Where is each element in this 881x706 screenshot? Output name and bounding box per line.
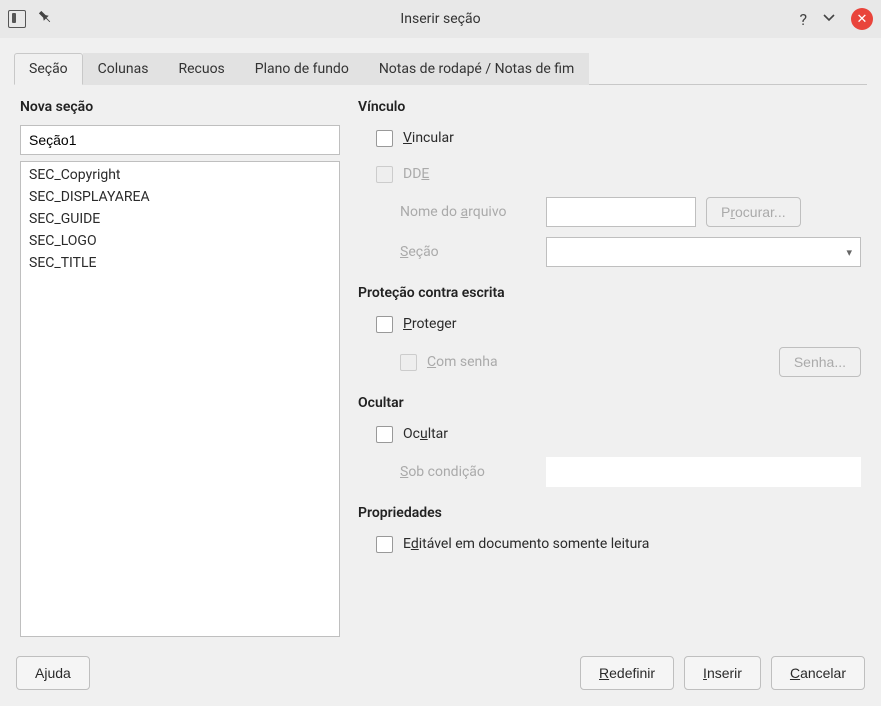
tab-notes-label: Notas de rodapé / Notas de fim	[379, 61, 574, 77]
vincular-row: Vincular	[358, 125, 861, 151]
reset-button[interactable]: Redefinir	[580, 656, 674, 690]
tab-bar: Seção Colunas Recuos Plano de fundo Nota…	[14, 52, 867, 85]
section-listbox[interactable]: SEC_Copyright SEC_DISPLAYAREA SEC_GUIDE …	[20, 161, 340, 637]
tab-section[interactable]: Seção	[14, 53, 83, 85]
insert-button[interactable]: Inserir	[684, 656, 761, 690]
cancel-button[interactable]: Cancelar	[771, 656, 865, 690]
condition-label: Sob condição	[400, 464, 536, 480]
protect-row: Proteger	[358, 311, 861, 337]
help-icon[interactable]: ?	[799, 10, 807, 29]
list-item[interactable]: SEC_TITLE	[21, 252, 339, 274]
tab-section-label: Seção	[29, 61, 68, 77]
editable-row: Editável em documento somente leitura	[358, 531, 861, 557]
footer-right: Redefinir Inserir Cancelar	[580, 656, 865, 690]
vincular-label: Vincular	[403, 130, 454, 146]
section-name-input[interactable]	[20, 125, 340, 155]
link-section-label: Seção	[400, 244, 536, 260]
tab-indents[interactable]: Recuos	[163, 53, 239, 85]
condition-row: Sob condição	[358, 457, 861, 487]
link-section-combo[interactable]: ▾	[546, 237, 861, 267]
protect-checkbox[interactable]	[376, 316, 393, 333]
titlebar-left	[8, 10, 52, 28]
browse-button: Procurar...	[706, 197, 801, 227]
list-item[interactable]: SEC_Copyright	[21, 164, 339, 186]
password-button: Senha...	[779, 347, 861, 377]
editable-label: Editável em documento somente leitura	[403, 536, 649, 552]
window-title: Inserir seção	[400, 11, 480, 27]
dde-label: DDE	[403, 166, 429, 182]
right-column: Vínculo Vincular DDE Nome do arquivo Pro…	[358, 99, 861, 637]
hide-label: Ocultar	[403, 426, 448, 442]
left-column: Nova seção SEC_Copyright SEC_DISPLAYAREA…	[20, 99, 340, 637]
link-group-label: Vínculo	[358, 99, 861, 115]
hide-row: Ocultar	[358, 421, 861, 447]
list-item[interactable]: SEC_LOGO	[21, 230, 339, 252]
protect-label: Proteger	[403, 316, 456, 332]
file-label: Nome do arquivo	[400, 204, 536, 220]
list-item[interactable]: SEC_DISPLAYAREA	[21, 186, 339, 208]
withpass-row: Com senha Senha...	[358, 347, 861, 377]
dde-checkbox	[376, 166, 393, 183]
tab-columns-label: Colunas	[98, 61, 149, 77]
titlebar: Inserir seção ? ✕	[0, 0, 881, 38]
file-input[interactable]	[546, 197, 696, 227]
tabs-container: Seção Colunas Recuos Plano de fundo Nota…	[0, 38, 881, 85]
hide-group-label: Ocultar	[358, 395, 861, 411]
content-area: Nova seção SEC_Copyright SEC_DISPLAYAREA…	[0, 85, 881, 647]
hide-group: Ocultar Ocultar Sob condição	[358, 395, 861, 487]
help-button[interactable]: Ajuda	[16, 656, 90, 690]
list-item[interactable]: SEC_GUIDE	[21, 208, 339, 230]
withpass-label: Com senha	[427, 354, 498, 370]
props-group: Propriedades Editável em documento somen…	[358, 505, 861, 557]
hide-checkbox[interactable]	[376, 426, 393, 443]
vincular-checkbox[interactable]	[376, 130, 393, 147]
withpass-checkbox	[400, 354, 417, 371]
tab-indents-label: Recuos	[178, 61, 224, 77]
props-group-label: Propriedades	[358, 505, 861, 521]
tab-background[interactable]: Plano de fundo	[240, 53, 364, 85]
new-section-label: Nova seção	[20, 99, 340, 115]
tab-background-label: Plano de fundo	[255, 61, 349, 77]
dialog-footer: Ajuda Redefinir Inserir Cancelar	[0, 640, 881, 706]
file-row: Nome do arquivo Procurar...	[358, 197, 861, 227]
minimize-chevron-icon[interactable]	[821, 9, 837, 29]
chevron-down-icon: ▾	[846, 246, 852, 259]
link-group: Vínculo Vincular DDE Nome do arquivo Pro…	[358, 99, 861, 267]
condition-input[interactable]	[546, 457, 861, 487]
pin-icon[interactable]	[38, 10, 52, 28]
tab-notes[interactable]: Notas de rodapé / Notas de fim	[364, 53, 589, 85]
titlebar-right: ? ✕	[799, 8, 873, 30]
close-icon: ✕	[857, 13, 868, 26]
dde-row: DDE	[358, 161, 861, 187]
link-section-row: Seção ▾	[358, 237, 861, 267]
app-icon	[8, 10, 26, 28]
protect-group: Proteção contra escrita Proteger Com sen…	[358, 285, 861, 377]
protect-group-label: Proteção contra escrita	[358, 285, 861, 301]
editable-checkbox[interactable]	[376, 536, 393, 553]
tab-columns[interactable]: Colunas	[83, 53, 164, 85]
close-button[interactable]: ✕	[851, 8, 873, 30]
